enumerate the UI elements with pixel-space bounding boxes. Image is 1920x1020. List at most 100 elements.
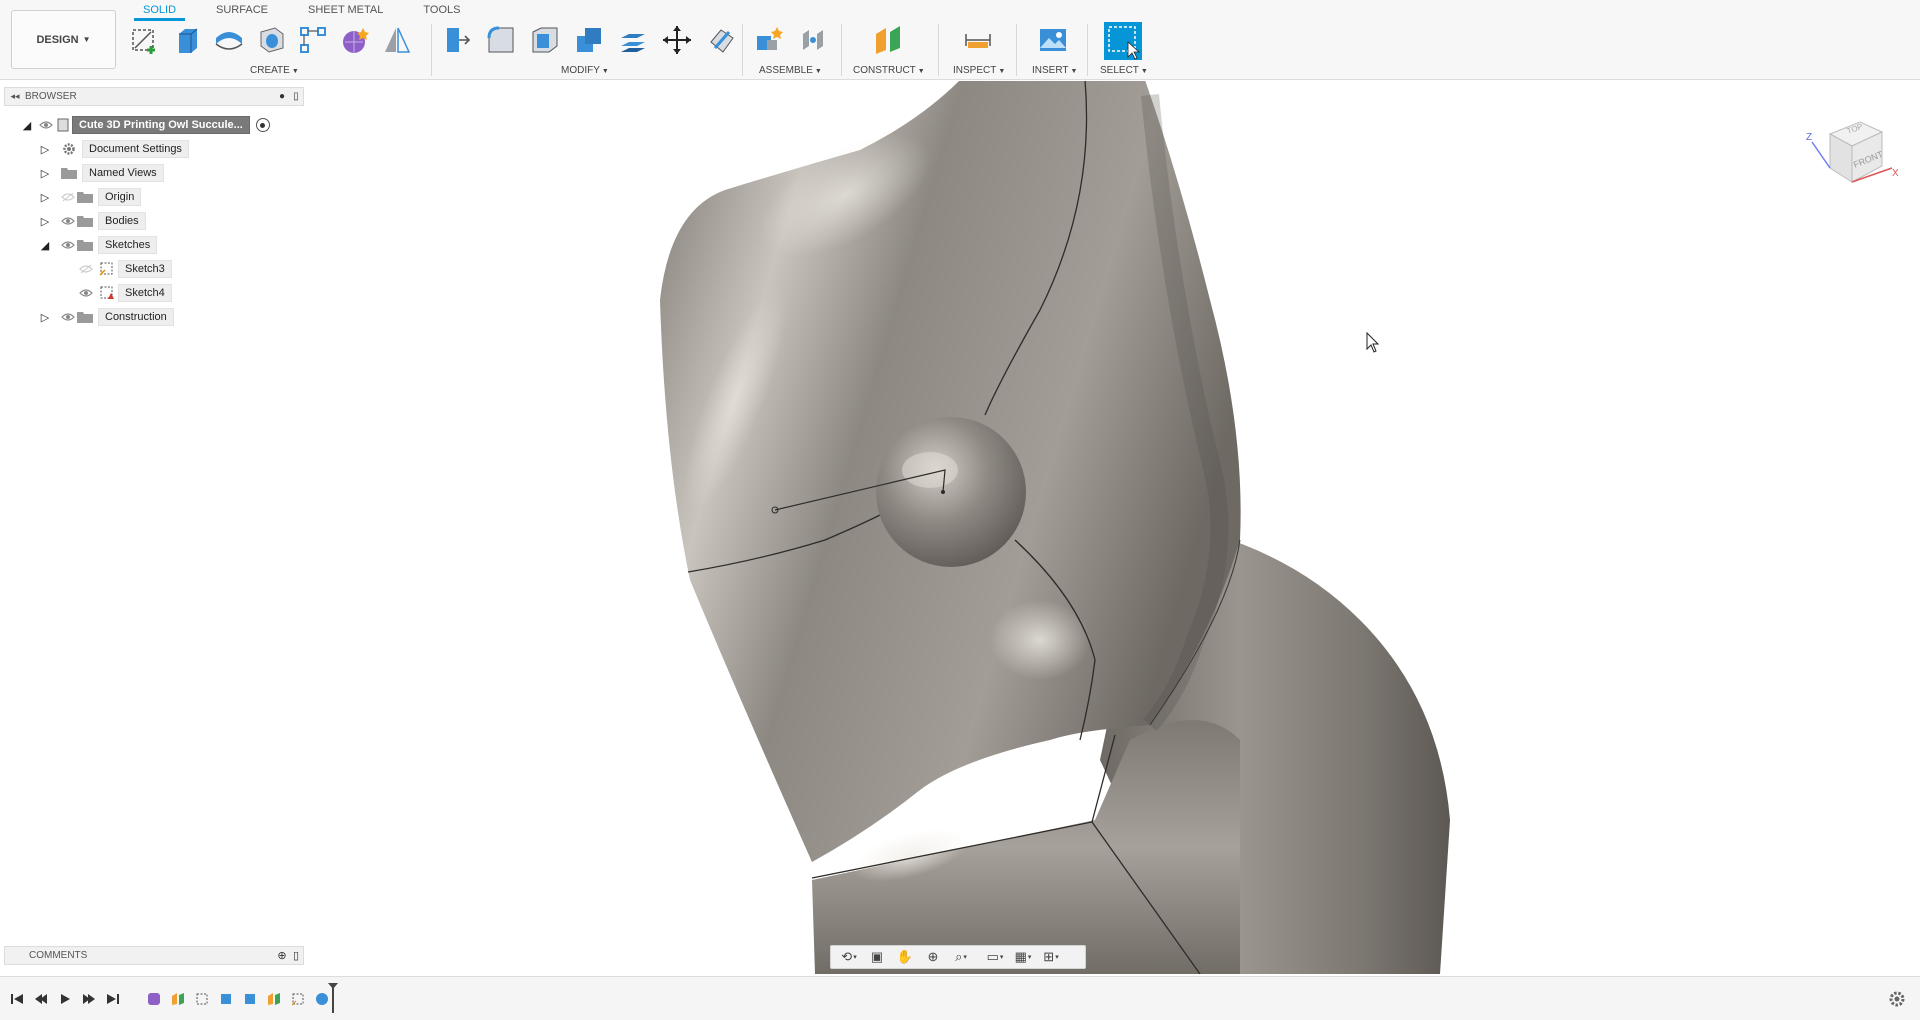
- panel-pin-icon[interactable]: ▯: [289, 949, 303, 962]
- tree-item-named-views[interactable]: ▷ Named Views: [38, 163, 164, 183]
- tab-surface[interactable]: SURFACE: [203, 0, 281, 20]
- pan-icon[interactable]: ✋: [891, 947, 919, 967]
- eye-icon[interactable]: [60, 215, 76, 227]
- select-menu[interactable]: SELECT ▼: [1100, 65, 1148, 76]
- grid-icon[interactable]: ▦ ▾: [1009, 947, 1037, 967]
- inspect-menu[interactable]: INSPECT ▼: [953, 65, 1005, 76]
- offset-plane-icon[interactable]: [871, 23, 905, 57]
- eye-icon[interactable]: [38, 119, 54, 131]
- tree-item-label[interactable]: Origin: [98, 188, 142, 206]
- tab-tools[interactable]: TOOLS: [410, 0, 473, 20]
- panel-pin-icon[interactable]: ▯: [289, 91, 303, 102]
- revolve-icon[interactable]: [212, 23, 246, 57]
- add-comment-icon[interactable]: ⊕: [275, 949, 289, 962]
- collapsed-triangle-icon[interactable]: ▷: [38, 215, 52, 228]
- viewcube[interactable]: TOP FRONT Z X: [1800, 104, 1900, 194]
- construct-feature-icon[interactable]: [170, 991, 186, 1007]
- mirror-icon[interactable]: [380, 23, 414, 57]
- collapsed-triangle-icon[interactable]: ▷: [38, 311, 52, 324]
- extrude-icon[interactable]: [170, 23, 204, 57]
- tree-item-label[interactable]: Document Settings: [82, 140, 189, 158]
- joint-icon[interactable]: [796, 23, 830, 57]
- press-pull-icon[interactable]: [440, 23, 474, 57]
- tree-root[interactable]: ◢ Cute 3D Printing Owl Succule...: [20, 115, 270, 135]
- timeline-settings-gear-icon[interactable]: [1888, 990, 1906, 1008]
- modify-menu[interactable]: MODIFY ▼: [561, 65, 609, 76]
- construct-menu[interactable]: CONSTRUCT ▼: [853, 65, 925, 76]
- viewports-icon[interactable]: ⊞ ▾: [1037, 947, 1065, 967]
- insert-menu[interactable]: INSERT ▼: [1032, 65, 1077, 76]
- tab-sheet-metal[interactable]: SHEET METAL: [295, 0, 396, 20]
- eye-icon[interactable]: [60, 311, 76, 323]
- next-icon[interactable]: [80, 991, 98, 1007]
- tree-item-label[interactable]: Construction: [98, 308, 174, 326]
- eye-icon[interactable]: [60, 239, 76, 251]
- tree-item-label[interactable]: Bodies: [98, 212, 146, 230]
- tree-item-sketch3[interactable]: Sketch3: [78, 259, 172, 279]
- measure-icon[interactable]: [961, 23, 995, 57]
- orbit-icon[interactable]: ⟲ ▾: [835, 947, 863, 967]
- sketch-feature-2-icon[interactable]: [290, 991, 306, 1007]
- folder-icon: [76, 238, 94, 252]
- play-icon[interactable]: [56, 991, 74, 1007]
- shell-icon[interactable]: [528, 23, 562, 57]
- expanded-triangle-icon[interactable]: ◢: [20, 119, 34, 132]
- eye-icon[interactable]: [78, 287, 94, 299]
- folder-icon: [76, 310, 94, 324]
- offset-face-icon[interactable]: [616, 23, 650, 57]
- tree-item-label[interactable]: Sketches: [98, 236, 158, 254]
- form-feature-icon[interactable]: [146, 991, 162, 1007]
- timeline-marker[interactable]: [328, 983, 338, 1013]
- zoom-icon[interactable]: ⊕: [919, 947, 947, 967]
- tree-item-bodies[interactable]: ▷ Bodies: [38, 211, 146, 231]
- new-component-icon[interactable]: [752, 23, 786, 57]
- move-icon[interactable]: [660, 23, 694, 57]
- hole-icon[interactable]: [254, 23, 288, 57]
- workspace-switcher-button[interactable]: DESIGN ▼: [11, 10, 116, 69]
- activate-target-icon[interactable]: [255, 118, 270, 132]
- chevron-down-icon: ▼: [601, 68, 609, 75]
- eye-hidden-icon[interactable]: [78, 263, 94, 275]
- collapsed-triangle-icon[interactable]: ▷: [38, 143, 52, 156]
- select-box-icon[interactable]: [1104, 22, 1142, 60]
- assemble-menu[interactable]: ASSEMBLE ▼: [759, 65, 822, 76]
- canvas-viewport[interactable]: TOP FRONT Z X: [305, 81, 1920, 974]
- fillet-icon[interactable]: [484, 23, 518, 57]
- collapse-panel-icon[interactable]: ◂◂: [5, 91, 25, 102]
- rectangular-pattern-icon[interactable]: [296, 23, 330, 57]
- tree-item-label[interactable]: Named Views: [82, 164, 164, 182]
- look-at-icon[interactable]: ▣: [863, 947, 891, 967]
- first-icon[interactable]: [8, 991, 26, 1007]
- create-sketch-icon[interactable]: [128, 23, 162, 57]
- insert-image-icon[interactable]: [1036, 23, 1070, 57]
- owl-model[interactable]: [305, 81, 1920, 974]
- form-icon[interactable]: [338, 23, 372, 57]
- display-settings-icon[interactable]: ▭ ▾: [981, 947, 1009, 967]
- tree-item-document-settings[interactable]: ▷ Document Settings: [38, 139, 189, 159]
- tree-item-construction[interactable]: ▷ Construction: [38, 307, 174, 327]
- construct-feature-2-icon[interactable]: [266, 991, 282, 1007]
- zoom-window-icon[interactable]: ⌕ ▾: [947, 947, 975, 967]
- tree-root-label[interactable]: Cute 3D Printing Owl Succule...: [72, 116, 250, 134]
- split-body-icon[interactable]: [704, 23, 738, 57]
- extrude-feature-icon[interactable]: [218, 991, 234, 1007]
- tree-item-label[interactable]: Sketch4: [118, 284, 172, 302]
- expanded-triangle-icon[interactable]: ◢: [38, 239, 52, 252]
- comments-panel[interactable]: COMMENTS ⊕ ▯: [4, 946, 304, 965]
- tree-item-sketches[interactable]: ◢ Sketches: [38, 235, 158, 255]
- tree-item-label[interactable]: Sketch3: [118, 260, 172, 278]
- select-menu-label: SELECT: [1100, 65, 1139, 76]
- minimize-icon[interactable]: ●: [275, 91, 289, 102]
- sketch-feature-icon[interactable]: [194, 991, 210, 1007]
- collapsed-triangle-icon[interactable]: ▷: [38, 167, 52, 180]
- last-icon[interactable]: [104, 991, 122, 1007]
- previous-icon[interactable]: [32, 991, 50, 1007]
- tree-item-origin[interactable]: ▷ Origin: [38, 187, 142, 207]
- combine-icon[interactable]: [572, 23, 606, 57]
- create-menu[interactable]: CREATE ▼: [250, 65, 299, 76]
- collapsed-triangle-icon[interactable]: ▷: [38, 191, 52, 204]
- tree-item-sketch4[interactable]: Sketch4: [78, 283, 172, 303]
- tab-solid[interactable]: SOLID: [130, 0, 189, 21]
- eye-hidden-icon[interactable]: [60, 191, 76, 203]
- body-feature-icon[interactable]: [242, 991, 258, 1007]
